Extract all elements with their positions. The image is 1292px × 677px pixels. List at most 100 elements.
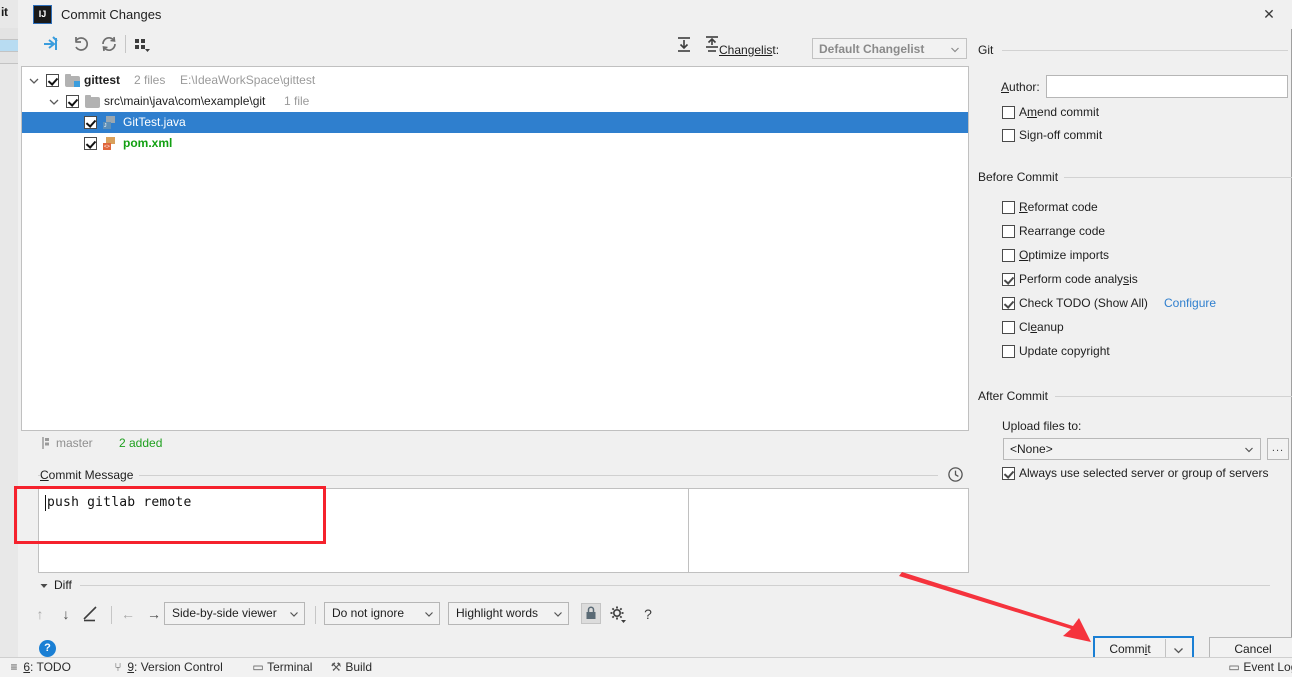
statusbar-todo[interactable]: ≡ 6: TODO xyxy=(8,660,70,674)
chevron-down-icon xyxy=(425,611,433,618)
statusbar-version-control[interactable]: ⑂ 9: Version Control xyxy=(112,660,222,674)
optimize-imports-checkbox[interactable] xyxy=(1002,249,1015,262)
before-commit-group-rule xyxy=(1064,177,1292,178)
git-branch-icon xyxy=(40,436,52,450)
help-button[interactable]: ? xyxy=(39,640,56,657)
sign-off-commit-label: Sign-off commit xyxy=(1019,128,1103,142)
commit-message-input[interactable]: push gitlab remote xyxy=(38,488,969,573)
text-caret xyxy=(45,495,46,511)
ide-left-tab-3[interactable] xyxy=(0,52,18,64)
changelist-label-mnemonic: Changelis xyxy=(719,43,773,57)
rearrange-code-checkbox[interactable] xyxy=(1002,225,1015,238)
screenshot-root: it IJ Commit Changes ✕ Changelist: Defau… xyxy=(0,0,1292,677)
revert-icon[interactable] xyxy=(70,33,92,55)
show-diff-icon[interactable] xyxy=(40,33,62,55)
check-todo-checkbox[interactable] xyxy=(1002,297,1015,310)
message-icon: ▭ xyxy=(1228,660,1240,674)
amend-commit-checkbox[interactable] xyxy=(1002,106,1015,119)
diff-section-label: Diff xyxy=(54,578,72,592)
file-checkbox[interactable] xyxy=(84,116,97,129)
browse-servers-button[interactable]: ... xyxy=(1267,438,1289,460)
table-row[interactable]: gittest 2 files E:\IdeaWorkSpace\gittest xyxy=(22,70,968,91)
statusbar-terminal[interactable]: ▭ Terminal xyxy=(252,660,312,674)
table-row[interactable]: J GitTest.java xyxy=(22,112,968,133)
update-copyright-checkbox[interactable] xyxy=(1002,345,1015,358)
diff-viewer-mode-dropdown[interactable]: Side-by-side viewer xyxy=(164,602,305,625)
statusbar-event-log[interactable]: ▭ Event Log xyxy=(1228,660,1292,674)
chevron-down-icon[interactable] xyxy=(28,75,40,87)
statusbar-build[interactable]: ⚒ Build xyxy=(330,660,372,674)
diff-help-icon[interactable]: ? xyxy=(638,603,658,625)
ide-left-tab-1[interactable] xyxy=(0,28,18,40)
file-checkbox[interactable] xyxy=(84,137,97,150)
java-file-icon: J xyxy=(103,116,118,130)
author-field[interactable] xyxy=(1046,75,1288,98)
edit-source-icon[interactable] xyxy=(80,603,102,625)
perform-code-analysis-label: Perform code analysis xyxy=(1019,272,1138,286)
group-by-icon[interactable] xyxy=(131,33,153,55)
diff-separator-2 xyxy=(315,606,316,624)
chevron-down-icon[interactable] xyxy=(40,582,48,590)
upload-server-dropdown[interactable]: <None> xyxy=(1003,438,1261,460)
previous-difference-icon[interactable]: ↑ xyxy=(30,603,50,625)
commit-changes-dialog: IJ Commit Changes ✕ Changelist: Default … xyxy=(18,0,1292,662)
previous-file-icon[interactable]: ← xyxy=(118,603,138,625)
ide-toolwindow-label: it xyxy=(1,5,8,19)
diff-highlight-policy-value: Highlight words xyxy=(456,606,539,620)
changelist-dropdown[interactable]: Default Changelist xyxy=(812,38,967,59)
diff-highlight-policy-dropdown[interactable]: Highlight words xyxy=(448,602,569,625)
refresh-icon[interactable] xyxy=(98,33,120,55)
ide-left-tab-2-selected[interactable] xyxy=(0,40,18,52)
always-use-server-checkbox[interactable] xyxy=(1002,467,1015,480)
diff-ignore-policy-dropdown[interactable]: Do not ignore xyxy=(324,602,440,625)
commit-button-divider xyxy=(1165,639,1166,659)
xml-file-icon: <> xyxy=(103,137,118,151)
commit-message-divider xyxy=(688,489,689,572)
commit-message-label-mnemonic: C xyxy=(40,468,49,482)
reformat-code-label: Reformat code xyxy=(1019,200,1098,214)
table-row[interactable]: src\main\java\com\example\git 1 file xyxy=(22,91,968,112)
changes-status-line: master 2 added xyxy=(21,433,969,455)
branch-icon: ⑂ xyxy=(114,660,122,674)
upload-files-label: Upload files to: xyxy=(1002,419,1082,433)
chevron-down-icon xyxy=(951,46,959,54)
next-file-icon[interactable]: → xyxy=(144,603,164,625)
expand-all-icon[interactable] xyxy=(673,33,695,55)
clock-history-icon[interactable] xyxy=(947,466,964,483)
ide-statusbar: ≡ 6: TODO ⑂ 9: Version Control ▭ Termina… xyxy=(0,657,1292,677)
tree-node-label: GitTest.java xyxy=(123,115,186,129)
chevron-down-icon xyxy=(1245,446,1253,454)
changed-files-tree[interactable]: gittest 2 files E:\IdeaWorkSpace\gittest… xyxy=(21,66,969,431)
configure-todo-link[interactable]: Configure xyxy=(1164,296,1216,310)
chevron-down-icon[interactable] xyxy=(48,96,60,108)
lock-icon[interactable] xyxy=(581,603,601,624)
before-commit-group-title: Before Commit xyxy=(978,170,1059,184)
diff-separator-1 xyxy=(111,606,112,624)
ide-left-tool-strip: it xyxy=(0,0,19,660)
rearrange-code-label: Rearrange code xyxy=(1019,224,1106,238)
author-label: Author: xyxy=(1001,80,1040,94)
cleanup-checkbox[interactable] xyxy=(1002,321,1015,334)
update-copyright-label: Update copyright xyxy=(1019,344,1110,358)
gear-icon[interactable] xyxy=(608,603,628,625)
diff-viewer-mode-value: Side-by-side viewer xyxy=(172,606,277,620)
next-difference-icon[interactable]: ↓ xyxy=(56,603,76,625)
reformat-code-checkbox[interactable] xyxy=(1002,201,1015,214)
tree-node-label: gittest xyxy=(84,73,120,87)
hammer-icon: ⚒ xyxy=(330,660,342,674)
diff-ignore-policy-value: Do not ignore xyxy=(332,606,405,620)
author-label-mnemonic: A xyxy=(1001,80,1010,94)
commit-message-text: push gitlab remote xyxy=(47,495,192,510)
tree-node-label: pom.xml xyxy=(123,136,173,150)
sign-off-commit-checkbox[interactable] xyxy=(1002,129,1015,142)
chevron-down-icon[interactable] xyxy=(1174,647,1183,654)
perform-code-analysis-checkbox[interactable] xyxy=(1002,273,1015,286)
changelist-value: Default Changelist xyxy=(819,42,925,56)
amend-commit-label: Amend commit xyxy=(1019,105,1100,119)
commit-button-mnemonic: i xyxy=(1144,642,1148,656)
file-checkbox[interactable] xyxy=(66,95,79,108)
dialog-title: Commit Changes xyxy=(61,7,162,22)
tree-node-meta: 2 files xyxy=(134,73,166,87)
file-checkbox[interactable] xyxy=(46,74,59,87)
table-row[interactable]: <> pom.xml xyxy=(22,133,968,154)
